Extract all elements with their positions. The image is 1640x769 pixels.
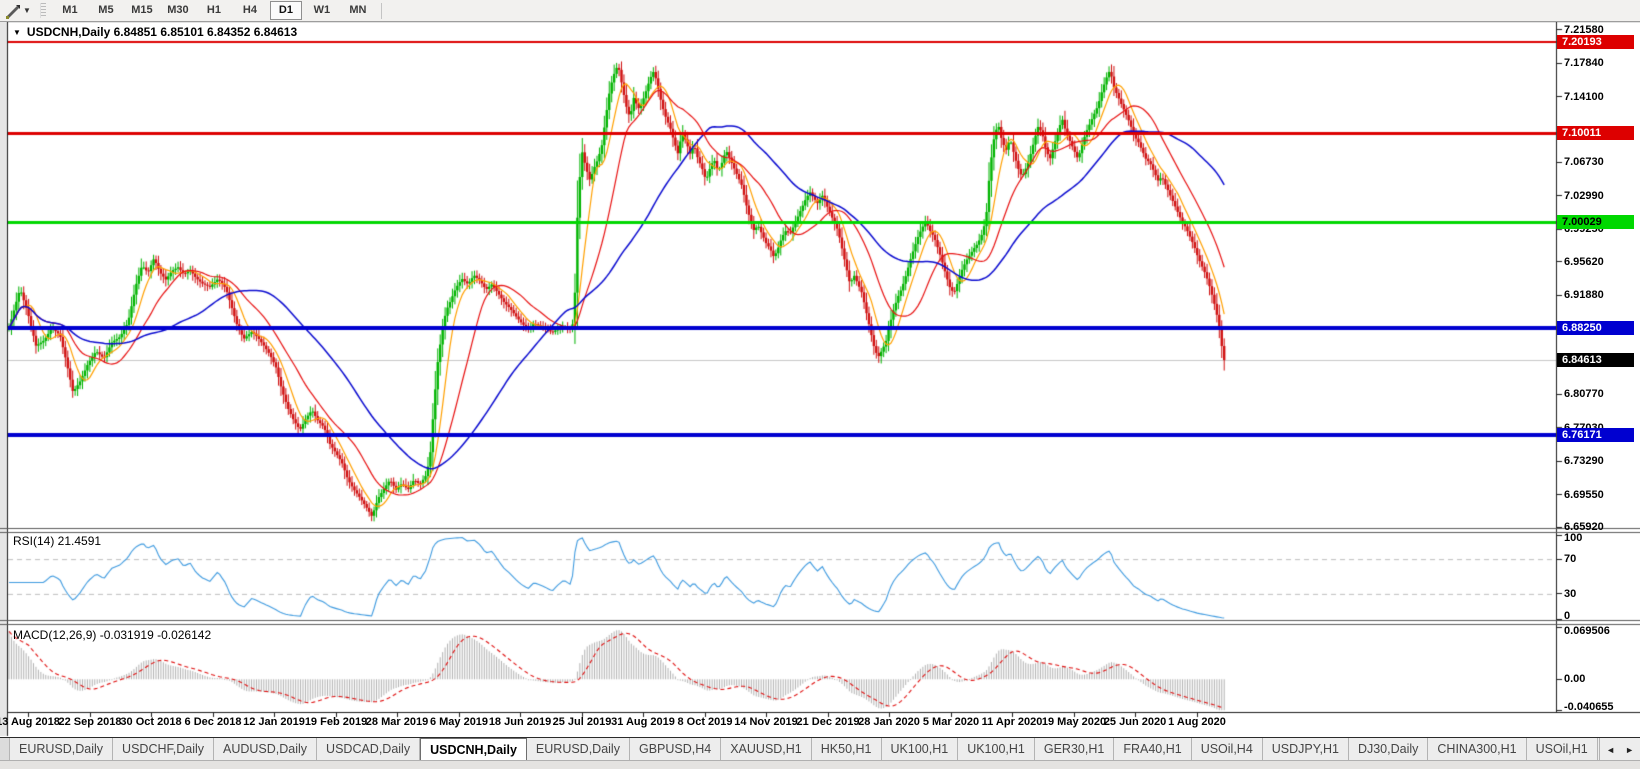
rsi-tick-label: 70 — [1564, 553, 1576, 565]
top-toolbar: ▼ M1M5M15M30H1H4D1W1MN — [0, 0, 1640, 22]
rsi-tick-label: 0 — [1564, 610, 1570, 622]
rsi-tick-label: 30 — [1564, 588, 1576, 600]
chart-title: ▼ USDCNH,Daily 6.84851 6.85101 6.84352 6… — [13, 25, 297, 39]
chart-tab-fra40-h1[interactable]: FRA40,H1 — [1114, 738, 1191, 761]
cursor-tool-icon[interactable] — [4, 3, 22, 19]
date-tick-label: 21 Dec 2019 — [797, 716, 860, 728]
macd-tick-label: -0.040655 — [1564, 701, 1614, 713]
price-tick-label: 7.06730 — [1564, 156, 1604, 168]
date-tick-label: 6 Dec 2018 — [185, 716, 242, 728]
date-tick-label: 25 Jul 2019 — [553, 716, 612, 728]
date-tick-label: 12 Jan 2019 — [243, 716, 305, 728]
status-strip — [0, 760, 1640, 769]
rsi-tick-label: 100 — [1564, 532, 1582, 544]
timeframe-button-m30[interactable]: M30 — [162, 1, 194, 20]
price-tick-label: 6.91880 — [1564, 289, 1604, 301]
price-tick-label: 7.21580 — [1564, 24, 1604, 36]
chart-tab-usoil-h4[interactable]: USOil,H4 — [1192, 738, 1263, 761]
tab-scroll-controls: ◄ ► — [1599, 738, 1640, 761]
date-tick-label: 14 Nov 2019 — [734, 716, 798, 728]
chart-menu-arrow-icon[interactable]: ▼ — [13, 28, 21, 37]
chart-tab-usdjpy-h1[interactable]: USDJPY,H1 — [1263, 738, 1349, 761]
chart-tab-uk100-h1[interactable]: UK100,H1 — [958, 738, 1035, 761]
timeframe-button-m1[interactable]: M1 — [54, 1, 86, 20]
price-level-badge: 7.20193 — [1557, 35, 1634, 49]
chart-tab-gbpusd-h4[interactable]: GBPUSD,H4 — [630, 738, 721, 761]
price-tick-label: 6.69550 — [1564, 489, 1604, 501]
timeframe-button-h4[interactable]: H4 — [234, 1, 266, 20]
chart-tab-eurusd-daily[interactable]: EURUSD,Daily — [10, 738, 113, 761]
tab-scroll-right-icon[interactable]: ► — [1625, 745, 1634, 755]
price-tick-label: 7.02990 — [1564, 190, 1604, 202]
macd-tick-label: 0.069506 — [1564, 625, 1610, 637]
timeframe-button-m5[interactable]: M5 — [90, 1, 122, 20]
timeframe-button-d1[interactable]: D1 — [270, 1, 302, 20]
price-level-badge: 7.00029 — [1557, 215, 1634, 229]
chart-tab-ger30-h1[interactable]: GER30,H1 — [1035, 738, 1114, 761]
chart-tab-audusd-daily[interactable]: AUDUSD,Daily — [214, 738, 317, 761]
date-tick-label: 1 Aug 2020 — [1168, 716, 1226, 728]
price-level-badge: 6.88250 — [1557, 321, 1634, 335]
timeframe-button-mn[interactable]: MN — [342, 1, 374, 20]
chart-tab-china300-h1[interactable]: CHINA300,H1 — [1428, 738, 1526, 761]
date-tick-label: 28 Jan 2020 — [858, 716, 920, 728]
chart-tab-usoil-h1[interactable]: USOil,H1 — [1527, 738, 1598, 761]
date-tick-label: 19 Feb 2019 — [305, 716, 367, 728]
tab-scroll-left-icon[interactable]: ◄ — [1606, 745, 1615, 755]
toolbar-grip-handle[interactable] — [40, 3, 46, 18]
date-tick-label: 22 Sep 2018 — [59, 716, 122, 728]
chart-tab-usdcad-daily[interactable]: USDCAD,Daily — [317, 738, 420, 761]
chart-tab-usdcnh-daily[interactable]: USDCNH,Daily — [420, 738, 527, 761]
price-tick-label: 6.80770 — [1564, 388, 1604, 400]
date-tick-label: 6 May 2019 — [430, 716, 488, 728]
timeframe-button-w1[interactable]: W1 — [306, 1, 338, 20]
chart-tab-eurusd-daily[interactable]: EURUSD,Daily — [527, 738, 630, 761]
price-tick-label: 7.14100 — [1564, 91, 1604, 103]
main-chart-canvas[interactable] — [0, 0, 1640, 769]
price-tick-label: 6.95620 — [1564, 256, 1604, 268]
chart-tab-xauusd-h1[interactable]: XAUUSD,H1 — [721, 738, 812, 761]
date-tick-label: 30 Oct 2018 — [120, 716, 181, 728]
date-tick-label: 5 Mar 2020 — [923, 716, 979, 728]
toolbar-dropdown-icon[interactable]: ▼ — [23, 6, 31, 15]
current-price-badge: 6.84613 — [1557, 353, 1634, 367]
date-tick-label: 25 Jun 2020 — [1104, 716, 1166, 728]
price-level-badge: 7.10011 — [1557, 126, 1634, 140]
timeframe-button-group: M1M5M15M30H1H4D1W1MN — [52, 1, 376, 20]
date-tick-label: 11 Apr 2020 — [982, 716, 1043, 728]
chart-tab-bar: EURUSD,DailyUSDCHF,DailyAUDUSD,DailyUSDC… — [0, 737, 1640, 761]
macd-indicator-label: MACD(12,26,9) -0.031919 -0.026142 — [13, 628, 211, 642]
date-tick-label: 18 Jun 2019 — [489, 716, 551, 728]
rsi-indicator-label: RSI(14) 21.4591 — [13, 534, 101, 548]
chart-tab-usdchf-daily[interactable]: USDCHF,Daily — [113, 738, 214, 761]
date-tick-label: 19 May 2020 — [1042, 716, 1106, 728]
date-tick-label: 13 Aug 2018 — [0, 716, 60, 728]
timeframe-button-m15[interactable]: M15 — [126, 1, 158, 20]
tab-list: EURUSD,DailyUSDCHF,DailyAUDUSD,DailyUSDC… — [10, 738, 1598, 761]
chart-title-text: USDCNH,Daily 6.84851 6.85101 6.84352 6.8… — [27, 25, 297, 39]
date-tick-label: 31 Aug 2019 — [611, 716, 675, 728]
date-tick-label: 8 Oct 2019 — [677, 716, 732, 728]
toolbar-separator — [381, 3, 382, 19]
price-tick-label: 7.17840 — [1564, 57, 1604, 69]
date-tick-label: 28 Mar 2019 — [366, 716, 428, 728]
chart-tab-dj30-daily[interactable]: DJ30,Daily — [1349, 738, 1428, 761]
timeframe-button-h1[interactable]: H1 — [198, 1, 230, 20]
macd-tick-label: 0.00 — [1564, 673, 1585, 685]
mt4-window: ▼ M1M5M15M30H1H4D1W1MN ▼ USDCNH,Daily 6.… — [0, 0, 1640, 769]
price-tick-label: 6.73290 — [1564, 455, 1604, 467]
chart-tab-hk50-h1[interactable]: HK50,H1 — [812, 738, 882, 761]
chart-tab-uk100-h1[interactable]: UK100,H1 — [882, 738, 959, 761]
price-level-badge: 6.76171 — [1557, 428, 1634, 442]
tab-bar-notch — [0, 738, 10, 761]
